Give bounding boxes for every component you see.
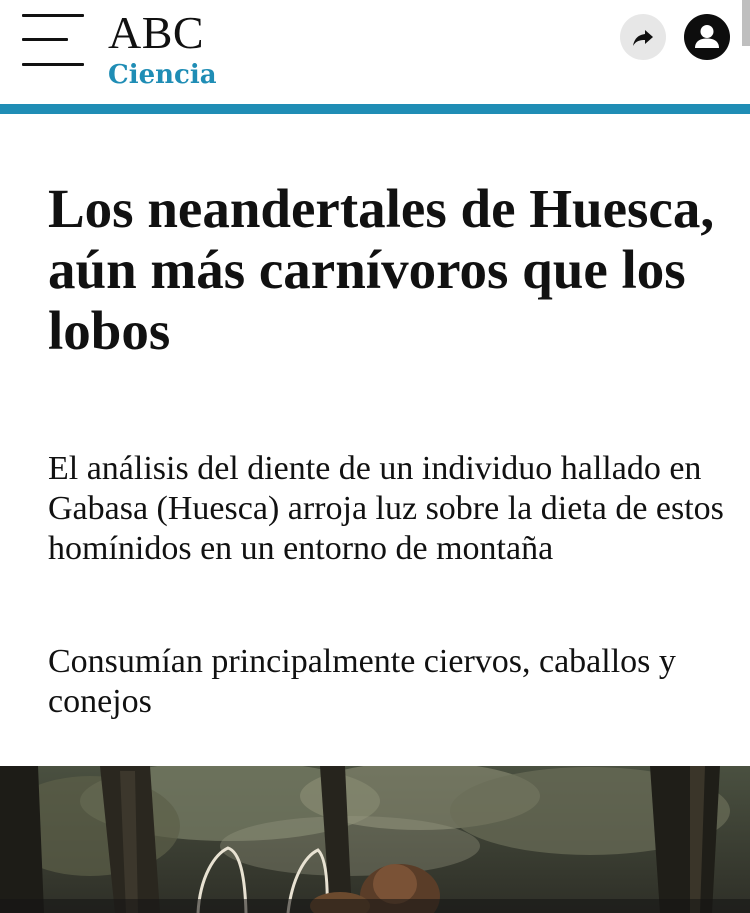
section-label[interactable]: Ciencia [108, 58, 217, 92]
brand-logo[interactable]: ABC [108, 8, 204, 58]
article-highlight: Consumían principalmente ciervos, caball… [48, 643, 676, 720]
user-account-icon [695, 25, 719, 48]
menu-icon-bar [22, 14, 84, 17]
user-account-button[interactable] [684, 14, 730, 60]
menu-icon-bar [22, 38, 68, 41]
article-hero-image[interactable] [0, 766, 750, 913]
section-accent-rule [0, 104, 750, 114]
article-subheadline: El análisis del diente de un individuo h… [48, 450, 724, 567]
menu-icon-bar [22, 63, 84, 66]
share-arrow-icon [633, 30, 653, 46]
forest-scene-image [0, 766, 750, 913]
top-bar: ABC Ciencia [0, 0, 750, 104]
share-button[interactable] [620, 14, 666, 60]
image-caption-strip [0, 899, 750, 913]
scroll-edge [742, 0, 750, 46]
article-headline: Los neandertales de Huesca, aún más carn… [48, 178, 715, 361]
menu-button[interactable] [22, 14, 86, 72]
